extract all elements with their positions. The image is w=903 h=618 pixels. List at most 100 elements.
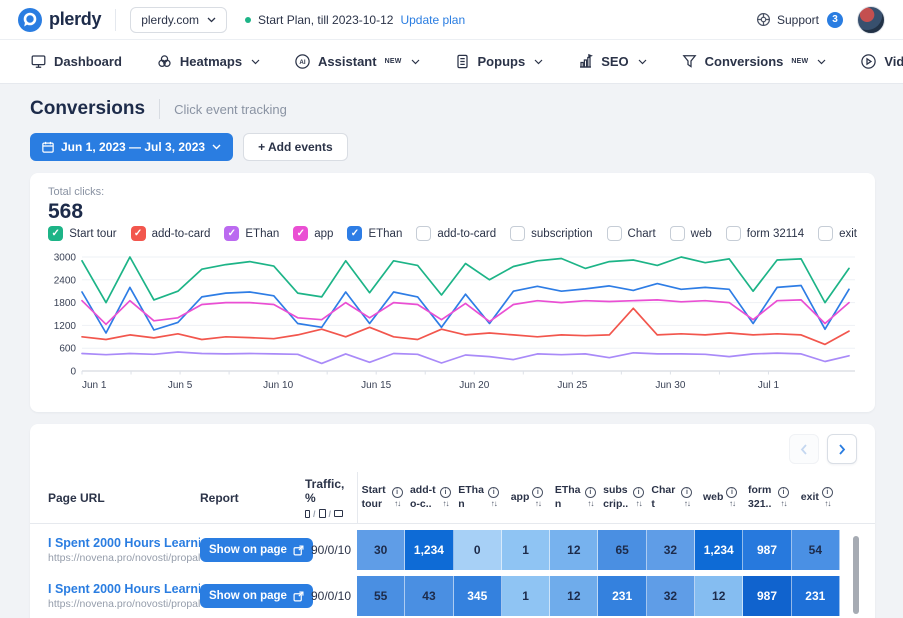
sort-icon[interactable]: ↑↓ [587, 499, 593, 508]
nav-item-video[interactable]: Video [860, 53, 903, 70]
page-title-link[interactable]: I Spent 2000 Hours Learning How To Lea..… [48, 536, 200, 550]
event-count-cell: 231 [598, 576, 646, 616]
nav-item-label: Conversions [705, 54, 784, 69]
sort-icon[interactable]: ↑↓ [729, 499, 735, 508]
chevron-down-icon [534, 59, 543, 65]
event-count-cell: 54 [792, 530, 840, 570]
nav-item-seo[interactable]: SEO [577, 53, 646, 70]
legend-item-app[interactable]: ✓app [293, 226, 333, 241]
legend-label: Start tour [69, 228, 116, 240]
pagination-next-button[interactable] [827, 434, 857, 464]
info-icon[interactable]: i [532, 487, 543, 498]
svg-text:600: 600 [59, 344, 76, 355]
sort-icon[interactable]: ↑↓ [491, 499, 497, 508]
svg-text:0: 0 [70, 367, 76, 378]
support-button[interactable]: Support [756, 12, 819, 27]
date-range-button[interactable]: Jun 1, 2023 — Jul 3, 2023 [30, 133, 233, 161]
event-count-cell: 345 [454, 576, 502, 616]
svg-text:Jun 15: Jun 15 [361, 380, 391, 391]
legend-item-form-32114[interactable]: form 32114 [726, 226, 804, 241]
nav-item-conversions[interactable]: ConversionsNEW [681, 53, 827, 70]
legend-checkbox-unchecked[interactable] [670, 226, 685, 241]
svg-text:Jun 20: Jun 20 [459, 380, 489, 391]
legend-item-chart[interactable]: Chart [607, 226, 656, 241]
svg-text:Jun 30: Jun 30 [655, 380, 685, 391]
legend-checkbox-checked[interactable]: ✓ [131, 226, 146, 241]
legend-item-add-to-card[interactable]: add-to-card [416, 226, 496, 241]
legend-item-ethan[interactable]: ✓EThan [347, 226, 402, 241]
info-icon[interactable]: i [726, 487, 737, 498]
page-url-text: https://novena.pro/novosti/propal-rezhim… [48, 598, 200, 610]
legend-label: exit [839, 228, 857, 240]
event-column-header-5[interactable]: subscrip..i↑↓ [599, 472, 647, 523]
legend-item-ethan[interactable]: ✓EThan [224, 226, 279, 241]
legend-checkbox-checked[interactable]: ✓ [224, 226, 239, 241]
sort-icon[interactable]: ↑↓ [394, 499, 400, 508]
info-icon[interactable]: i [585, 487, 596, 498]
event-count-cell: 12 [550, 576, 598, 616]
traffic-header-label: Traffic, % [305, 477, 357, 505]
info-icon[interactable]: i [392, 487, 403, 498]
legend-item-subscription[interactable]: subscription [510, 226, 592, 241]
event-column-header-6[interactable]: Charti↑↓ [648, 472, 696, 523]
legend-item-start-tour[interactable]: ✓ Start tour [48, 226, 116, 241]
legend-item-exit[interactable]: exit [818, 226, 857, 241]
legend-label: Chart [628, 228, 656, 240]
legend-checkbox-checked[interactable]: ✓ [293, 226, 308, 241]
legend-checkbox-unchecked[interactable] [416, 226, 431, 241]
chevron-down-icon [638, 59, 647, 65]
nav-item-assistant[interactable]: AIAssistantNEW [294, 53, 419, 70]
page-title-link[interactable]: I Spent 2000 Hours Learning How To Lea..… [48, 582, 200, 596]
legend-checkbox-unchecked[interactable] [510, 226, 525, 241]
event-column-header-9[interactable]: exiti↑↓ [793, 472, 841, 523]
event-column-header-8[interactable]: form 321..i↑↓ [744, 472, 792, 523]
sort-icon[interactable]: ↑↓ [442, 499, 448, 508]
info-icon[interactable]: i [681, 487, 692, 498]
chevron-left-icon [800, 444, 808, 455]
sort-icon[interactable]: ↑↓ [824, 499, 830, 508]
event-column-header-3[interactable]: appi↑↓ [503, 472, 551, 523]
info-icon[interactable]: i [822, 487, 833, 498]
table-scrollbar[interactable] [853, 536, 859, 614]
legend-checkbox-unchecked[interactable] [607, 226, 622, 241]
nav-item-label: Dashboard [54, 54, 122, 69]
event-column-header-7[interactable]: webi↑↓ [696, 472, 744, 523]
sort-icon[interactable]: ↑↓ [781, 499, 787, 508]
sort-icon[interactable]: ↑↓ [684, 499, 690, 508]
domain-select[interactable]: plerdy.com [130, 7, 227, 33]
event-count-cell: 32 [647, 530, 695, 570]
domain-value: plerdy.com [141, 13, 199, 27]
plerdy-logo[interactable]: plerdy [18, 8, 101, 32]
info-icon[interactable]: i [488, 487, 499, 498]
legend-checkbox-checked[interactable]: ✓ [347, 226, 362, 241]
pagination-prev-button[interactable] [789, 434, 819, 464]
event-column-header-2[interactable]: EThani↑↓ [455, 472, 503, 523]
event-count-cell: 1 [502, 530, 550, 570]
info-icon[interactable]: i [778, 487, 789, 498]
legend-checkbox-unchecked[interactable] [818, 226, 833, 241]
info-icon[interactable]: i [633, 487, 644, 498]
add-events-button[interactable]: + Add events [243, 133, 348, 161]
legend-checkbox-checked[interactable]: ✓ [48, 226, 63, 241]
show-on-page-button[interactable]: Show on page [200, 584, 313, 608]
event-column-header-1[interactable]: add-to-c..i↑↓ [406, 472, 454, 523]
divider [115, 9, 116, 31]
info-icon[interactable]: i [440, 487, 451, 498]
event-column-header-4[interactable]: EThani↑↓ [551, 472, 599, 523]
event-column-header-0[interactable]: Start touri↑↓ [358, 472, 406, 523]
nav-item-popups[interactable]: Popups [454, 53, 544, 70]
avatar[interactable] [857, 6, 885, 34]
show-on-page-label: Show on page [209, 544, 287, 556]
sort-icon[interactable]: ↑↓ [535, 499, 541, 508]
legend-label: add-to-card [152, 228, 211, 240]
event-column-label: exit [801, 491, 819, 504]
nav-item-heatmaps[interactable]: Heatmaps [156, 53, 260, 70]
legend-item-web[interactable]: web [670, 226, 712, 241]
sort-icon[interactable]: ↑↓ [636, 499, 642, 508]
table-header: Page URL Report Traffic, % / / Start tou… [30, 472, 875, 524]
legend-checkbox-unchecked[interactable] [726, 226, 741, 241]
nav-item-dashboard[interactable]: Dashboard [30, 53, 122, 70]
legend-item-add-to-card[interactable]: ✓ add-to-card [131, 226, 211, 241]
update-plan-link[interactable]: Update plan [400, 13, 465, 27]
show-on-page-button[interactable]: Show on page [200, 538, 313, 562]
